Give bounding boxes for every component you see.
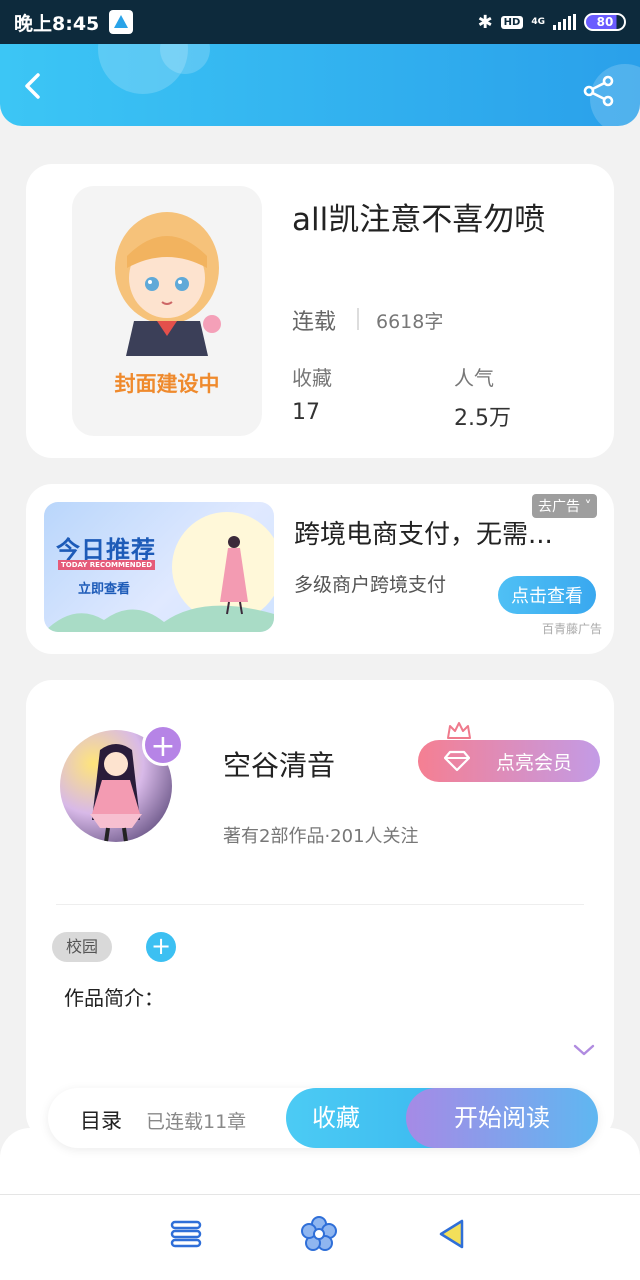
app-notification-icon <box>109 10 134 34</box>
chevron-down-icon: ˅ <box>584 499 592 515</box>
favorites-label: 收藏 <box>292 366 332 390</box>
status-icons: ✱ HD 4G 80 <box>478 12 626 33</box>
ad-image-cta: 立即查看 <box>78 582 131 597</box>
intro-label: 作品简介： <box>64 986 164 1010</box>
book-title: all凯注意不喜勿喷 <box>292 202 546 238</box>
word-count: 6618字 <box>376 311 444 333</box>
ad-subtitle: 多级商户跨境支付 <box>294 574 447 596</box>
book-info-card: 封面建设中 all凯注意不喜勿喷 连载 6618字 收藏 17 人气 2.5万 <box>26 164 614 458</box>
ad-source: 百青藤广告 <box>542 622 603 636</box>
hd-badge: HD <box>500 15 524 29</box>
divider <box>357 308 359 330</box>
signal-icon <box>553 14 576 30</box>
follow-author-button[interactable]: + <box>142 724 184 766</box>
popularity-value: 2.5万 <box>454 406 511 431</box>
nav-divider <box>0 1194 640 1195</box>
ad-view-button[interactable]: 点击查看 <box>498 576 596 614</box>
start-reading-button[interactable]: 开始阅读 <box>406 1088 598 1148</box>
ad-image-subtitle: TODAY RECOMMENDED <box>58 560 156 570</box>
add-tag-button[interactable]: + <box>146 932 176 962</box>
popularity-label: 人气 <box>454 366 494 390</box>
status-time: 晚上8:45 <box>14 12 100 35</box>
diamond-icon <box>444 750 470 772</box>
crown-icon <box>447 722 471 739</box>
divider <box>56 904 584 905</box>
chapter-count: 已连载11章 <box>146 1111 247 1133</box>
cover-placeholder-text: 封面建设中 <box>114 372 220 396</box>
author-card: + 空谷清音 著有2部作品·201人关注 点亮会员 校园 + 作品简介： <box>26 680 614 1140</box>
flower-home-icon[interactable] <box>301 1216 337 1252</box>
back-triangle-icon[interactable] <box>434 1216 470 1252</box>
toc-button[interactable]: 目录 <box>80 1105 122 1135</box>
anime-girl-illustration <box>115 212 221 356</box>
vip-button[interactable]: 点亮会员 <box>418 740 600 782</box>
bluetooth-icon: ✱ <box>477 11 493 33</box>
book-status: 连载 <box>292 310 337 335</box>
action-bar: 目录 已连载11章 收藏 开始阅读 <box>48 1088 598 1148</box>
chevron-down-icon[interactable] <box>572 1042 596 1058</box>
remove-ad-label: 去广告 <box>538 499 580 515</box>
menu-icon[interactable] <box>168 1216 204 1252</box>
bottom-sheet <box>0 1128 640 1280</box>
genre-tag[interactable]: 校园 <box>52 932 113 962</box>
remove-ad-button[interactable]: 去广告 ˅ <box>532 494 598 518</box>
share-icon[interactable] <box>582 74 616 108</box>
book-cover[interactable]: 封面建设中 <box>72 186 262 436</box>
header-bar <box>0 44 640 126</box>
author-meta: 著有2部作品·201人关注 <box>223 826 419 847</box>
ad-card[interactable]: 今日推荐 TODAY RECOMMENDED 立即查看 跨境电商支付，无需...… <box>26 484 614 654</box>
author-name[interactable]: 空谷清音 <box>223 744 335 784</box>
ad-title[interactable]: 跨境电商支付，无需... <box>294 514 553 551</box>
favorites-value: 17 <box>292 400 320 425</box>
status-bar: 晚上8:45 ✱ HD 4G 80 <box>0 0 640 44</box>
battery-indicator: 80 <box>584 13 626 31</box>
chevron-left-icon[interactable] <box>20 72 48 100</box>
network-type: 4G <box>531 16 545 27</box>
vip-button-label: 点亮会员 <box>495 751 572 774</box>
ad-image[interactable]: 今日推荐 TODAY RECOMMENDED 立即查看 <box>44 502 274 632</box>
